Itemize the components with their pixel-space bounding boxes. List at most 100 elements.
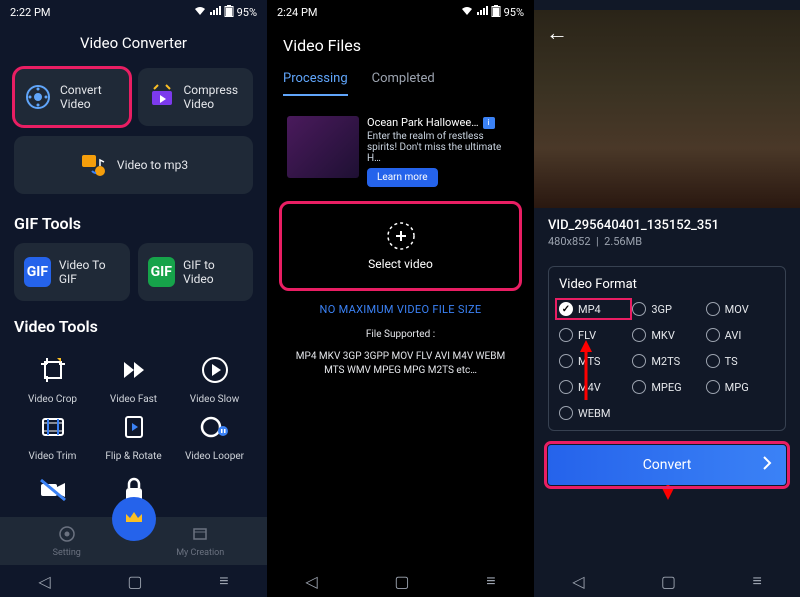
ad-learn-more-button[interactable]: Learn more [367,168,438,187]
video-format-heading: Video Format [559,277,775,292]
format-label: MPEG [651,381,681,394]
status-right: 95% [461,5,524,20]
video-looper-tool[interactable]: Video Looper [176,409,253,462]
convert-button-label: Convert [643,457,692,473]
signal-icon [209,6,221,19]
battery-percent: 95% [504,6,524,19]
file-supported-heading: File Supported : [267,324,534,346]
flip-label: Flip & Rotate [105,451,161,462]
chevron-right-icon [762,456,772,474]
ad-line2: spirits! Don't miss the ultimate H… [367,142,514,164]
video-to-mp3-label: Video to mp3 [117,158,188,172]
format-radio-3gp[interactable]: 3GP [632,302,701,316]
system-nav-bar: ◁ ▢ ≡ [267,565,534,597]
status-right: 95% [194,5,257,20]
video-to-mp3-card[interactable]: Video to mp3 [14,136,253,194]
format-radio-mp4[interactable]: MP4 [559,302,628,316]
recents-icon[interactable]: ≡ [752,571,761,591]
ad-badge-icon: i [483,117,495,129]
fast-icon [116,352,152,388]
tabs: Processing Completed [267,63,534,96]
status-bar: 2:24 PM 95% [267,0,534,24]
video-slow-tool[interactable]: Video Slow [176,352,253,405]
ad-line1: Enter the realm of restless [367,131,514,142]
system-nav-bar: ◁ ▢ ≡ [0,565,267,597]
status-bar: 2:22 PM 95% [0,0,267,24]
add-video-icon [386,221,416,251]
video-to-mp3-icon [79,150,109,180]
format-radio-mpg[interactable]: MPG [706,380,775,394]
format-label: MOV [725,303,749,316]
format-label: M2TS [651,355,680,368]
format-radio-mpeg[interactable]: MPEG [632,380,701,394]
tab-processing[interactable]: Processing [283,63,348,96]
ad-thumbnail [287,116,359,178]
video-off-icon [35,472,71,508]
looper-icon [197,409,233,445]
status-time: 2:24 PM [277,6,317,19]
back-icon[interactable]: ◁ [38,572,50,591]
select-video-button[interactable]: Select video [281,203,520,289]
flip-icon [116,409,152,445]
gif-to-video-label: GIF to Video [183,258,243,286]
format-radio-mkv[interactable]: MKV [632,328,701,342]
back-icon[interactable]: ◁ [305,572,317,591]
format-radio-ts[interactable]: TS [706,354,775,368]
phone-screen-3: ← VID_295640401_135152_351 480x852 | 2.5… [534,0,800,597]
tool-extra-1[interactable] [14,472,91,508]
format-label: MKV [651,329,675,342]
wifi-icon [461,6,473,19]
file-supported-list: MP4 MKV 3GP 3GPP MOV FLV AVI M4V WEBM MT… [267,346,534,382]
ad-banner[interactable]: Ocean Park Hallowee…i Enter the realm of… [281,110,520,193]
format-radio-m2ts[interactable]: M2TS [632,354,701,368]
format-label: MPG [725,381,749,394]
compress-video-card[interactable]: Compress Video [138,68,254,126]
no-max-text: NO MAXIMUM VIDEO FILE SIZE [267,295,534,324]
back-arrow-icon[interactable]: ← [546,20,568,46]
video-to-gif-label: Video To GIF [59,258,120,286]
format-radio-mov[interactable]: MOV [706,302,775,316]
video-fast-tool[interactable]: Video Fast [95,352,172,405]
select-video-label: Select video [368,257,433,271]
video-crop-tool[interactable]: Video Crop [14,352,91,405]
video-preview: ← [534,10,800,208]
convert-video-card[interactable]: Convert Video [14,68,130,126]
tab-completed[interactable]: Completed [372,63,435,96]
recents-icon[interactable]: ≡ [486,571,495,591]
signal-icon [476,6,488,19]
video-tools-heading: Video Tools [0,311,267,346]
video-size: 2.56MB [604,235,642,248]
creation-icon [191,525,209,546]
format-label: MP4 [578,303,601,316]
convert-button[interactable]: Convert [548,445,786,485]
looper-label: Video Looper [185,451,244,462]
format-label: AVI [725,329,742,342]
video-metadata: 480x852 | 2.56MB [534,235,800,258]
format-radio-webm[interactable]: WEBM [559,406,628,420]
recents-icon[interactable]: ≡ [219,571,228,591]
compress-video-label: Compress Video [184,83,244,111]
back-icon[interactable]: ◁ [572,572,584,591]
phone-screen-2: 2:24 PM 95% Video Files Processing Compl… [267,0,534,597]
battery-icon [224,5,234,20]
convert-video-label: Convert Video [60,83,120,111]
trim-label: Video Trim [29,451,77,462]
gif-icon: GIF [24,257,51,287]
home-icon[interactable]: ▢ [127,572,142,591]
compress-video-icon [148,82,176,112]
flip-rotate-tool[interactable]: Flip & Rotate [95,409,172,462]
format-label: 3GP [651,303,672,316]
ad-text: Ocean Park Hallowee…i Enter the realm of… [367,116,514,187]
phone-screen-1: 2:22 PM 95% Video Converter Convert Vide… [0,0,267,597]
nav-creation-label: My Creation [176,548,224,558]
video-to-gif-card[interactable]: GIF Video To GIF [14,243,130,301]
home-icon[interactable]: ▢ [661,572,676,591]
crown-fab[interactable] [112,497,156,541]
home-icon[interactable]: ▢ [394,572,409,591]
video-trim-tool[interactable]: Video Trim [14,409,91,462]
annotation-arrow-up [576,340,596,400]
slow-icon [197,352,233,388]
format-radio-avi[interactable]: AVI [706,328,775,342]
gear-icon [58,525,76,546]
gif-to-video-card[interactable]: GIF GIF to Video [138,243,254,301]
